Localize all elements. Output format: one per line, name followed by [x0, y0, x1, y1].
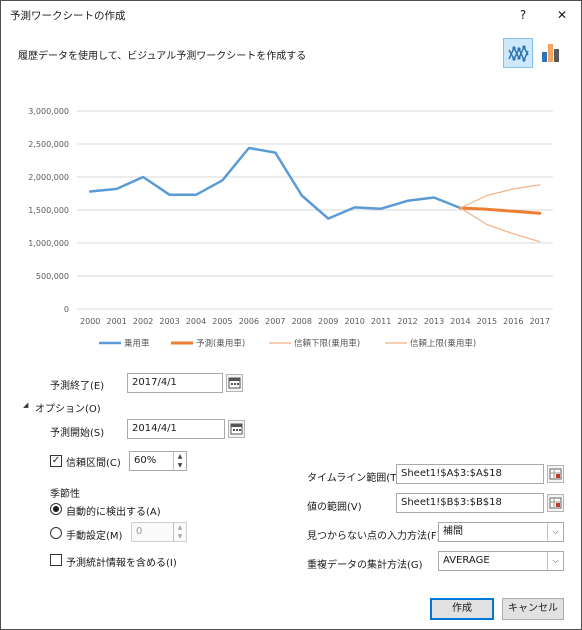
y-tick-label: 1,500,000: [28, 206, 69, 215]
forecast-chart: 0 500,000 1,000,000 1,500,000 2,000,000 2,500…: [28, 107, 553, 349]
x-tick-label: 2003: [159, 317, 179, 326]
seasonality-auto-radio[interactable]: [50, 503, 62, 515]
x-tick-label: 2016: [503, 317, 523, 326]
series-line-4: [459, 184, 541, 209]
x-tick-label: 2017: [530, 317, 550, 326]
legend-label: 信頼上限(乗用車): [410, 338, 476, 349]
y-tick-label: 0: [64, 305, 69, 314]
forecast-end-calendar-button[interactable]: [226, 374, 243, 392]
range-select-icon: [549, 497, 562, 509]
x-tick-label: 2004: [186, 317, 206, 326]
seasonality-manual-label: 手動設定(M): [66, 531, 123, 542]
forecast-end-label: 予測終了(E): [50, 381, 105, 392]
range-select-icon: [549, 468, 562, 480]
series-line-1: [88, 146, 462, 220]
dialog-description: 履歴データを使用して、ビジュアル予測ワークシートを作成する: [18, 51, 307, 62]
aggregate-select[interactable]: AVERAGE: [438, 551, 564, 571]
timeline-range-select-button[interactable]: [547, 465, 564, 483]
series-line-2: [458, 206, 542, 215]
spin-down-icon[interactable]: ▼: [174, 461, 186, 470]
line-chart-icon: [508, 45, 529, 62]
y-tick-label: 500,000: [36, 272, 69, 281]
x-tick-label: 2013: [424, 317, 444, 326]
calendar-icon: [228, 377, 241, 389]
x-tick-label: 2014: [450, 317, 470, 326]
forecast-start-label: 予測開始(S): [50, 428, 105, 439]
line-chart-type-button[interactable]: [503, 38, 533, 68]
seasonality-auto-label: 自動的に検出する(A): [66, 507, 161, 518]
timeline-range-label: タイムライン範囲(T): [307, 473, 401, 484]
cancel-button[interactable]: キャンセル: [502, 598, 564, 620]
calendar-icon: [230, 423, 243, 435]
x-tick-label: 2000: [80, 317, 100, 326]
legend-label: 予測(乗用車): [196, 338, 245, 349]
x-tick-label: 2009: [318, 317, 338, 326]
forecast-start-input[interactable]: 2014/4/1: [127, 419, 225, 439]
x-tick-label: 2001: [106, 317, 126, 326]
x-tick-label: 2011: [371, 317, 391, 326]
legend-label: 信頼下限(乗用車): [294, 338, 360, 349]
y-tick-label: 2,500,000: [28, 140, 69, 149]
close-button[interactable]: ✕: [548, 4, 576, 26]
x-tick-label: 2015: [477, 317, 497, 326]
y-tick-label: 2,000,000: [28, 173, 69, 182]
x-tick-label: 2010: [344, 317, 364, 326]
include-stats-label: 予測統計情報を含める(I): [66, 558, 177, 569]
options-toggle[interactable]: オプション(O): [35, 400, 101, 415]
seasonality-manual-spinner[interactable]: ▲ ▼: [173, 523, 186, 541]
values-range-label: 値の範囲(V): [307, 502, 362, 513]
timeline-range-input[interactable]: Sheet1!$A$3:$A$18: [396, 464, 544, 484]
aggregate-label: 重複データの集計方法(G): [307, 560, 423, 571]
seasonality-manual-radio[interactable]: [50, 527, 62, 539]
y-tick-label: 1,000,000: [28, 239, 69, 248]
x-tick-label: 2002: [133, 317, 153, 326]
spin-up-icon[interactable]: ▲: [174, 452, 186, 461]
forecast-end-input[interactable]: 2017/4/1: [127, 373, 223, 393]
spin-up-icon[interactable]: ▲: [174, 523, 186, 532]
confidence-interval-label: 信頼区間(C): [66, 458, 121, 469]
x-tick-label: 2006: [239, 317, 259, 326]
x-tick-label: 2012: [397, 317, 417, 326]
confidence-interval-checkbox[interactable]: ✓: [50, 455, 62, 467]
x-tick-label: 2008: [292, 317, 312, 326]
dialog-title: 予測ワークシートの作成: [10, 10, 126, 22]
help-button[interactable]: ?: [509, 4, 537, 26]
seasonality-label: 季節性: [50, 489, 80, 500]
spin-down-icon[interactable]: ▼: [174, 532, 186, 541]
forecast-start-calendar-button[interactable]: [228, 420, 245, 438]
values-range-input[interactable]: Sheet1!$B$3:$B$18: [396, 493, 544, 513]
x-tick-label: 2005: [212, 317, 232, 326]
fill-missing-label: 見つからない点の入力方法(F): [307, 531, 441, 542]
x-tick-label: 2007: [265, 317, 285, 326]
options-collapse-icon[interactable]: ◢: [23, 401, 28, 409]
create-button[interactable]: 作成: [430, 598, 494, 620]
legend-label: 乗用車: [124, 338, 150, 349]
fill-missing-select[interactable]: 補間: [438, 522, 564, 542]
forecast-dialog: 予測ワークシートの作成 ? ✕ 履歴データを使用して、ビジュアル予測ワークシート…: [0, 0, 582, 630]
y-tick-label: 3,000,000: [28, 107, 69, 116]
confidence-interval-spinner[interactable]: ▲ ▼: [173, 452, 186, 470]
column-chart-type-button[interactable]: [537, 38, 567, 68]
include-stats-checkbox[interactable]: [50, 554, 62, 566]
values-range-select-button[interactable]: [547, 494, 564, 512]
column-chart-icon: [542, 44, 559, 62]
chevron-down-icon[interactable]: ⌵: [547, 523, 563, 541]
chevron-down-icon[interactable]: ⌵: [547, 552, 563, 570]
